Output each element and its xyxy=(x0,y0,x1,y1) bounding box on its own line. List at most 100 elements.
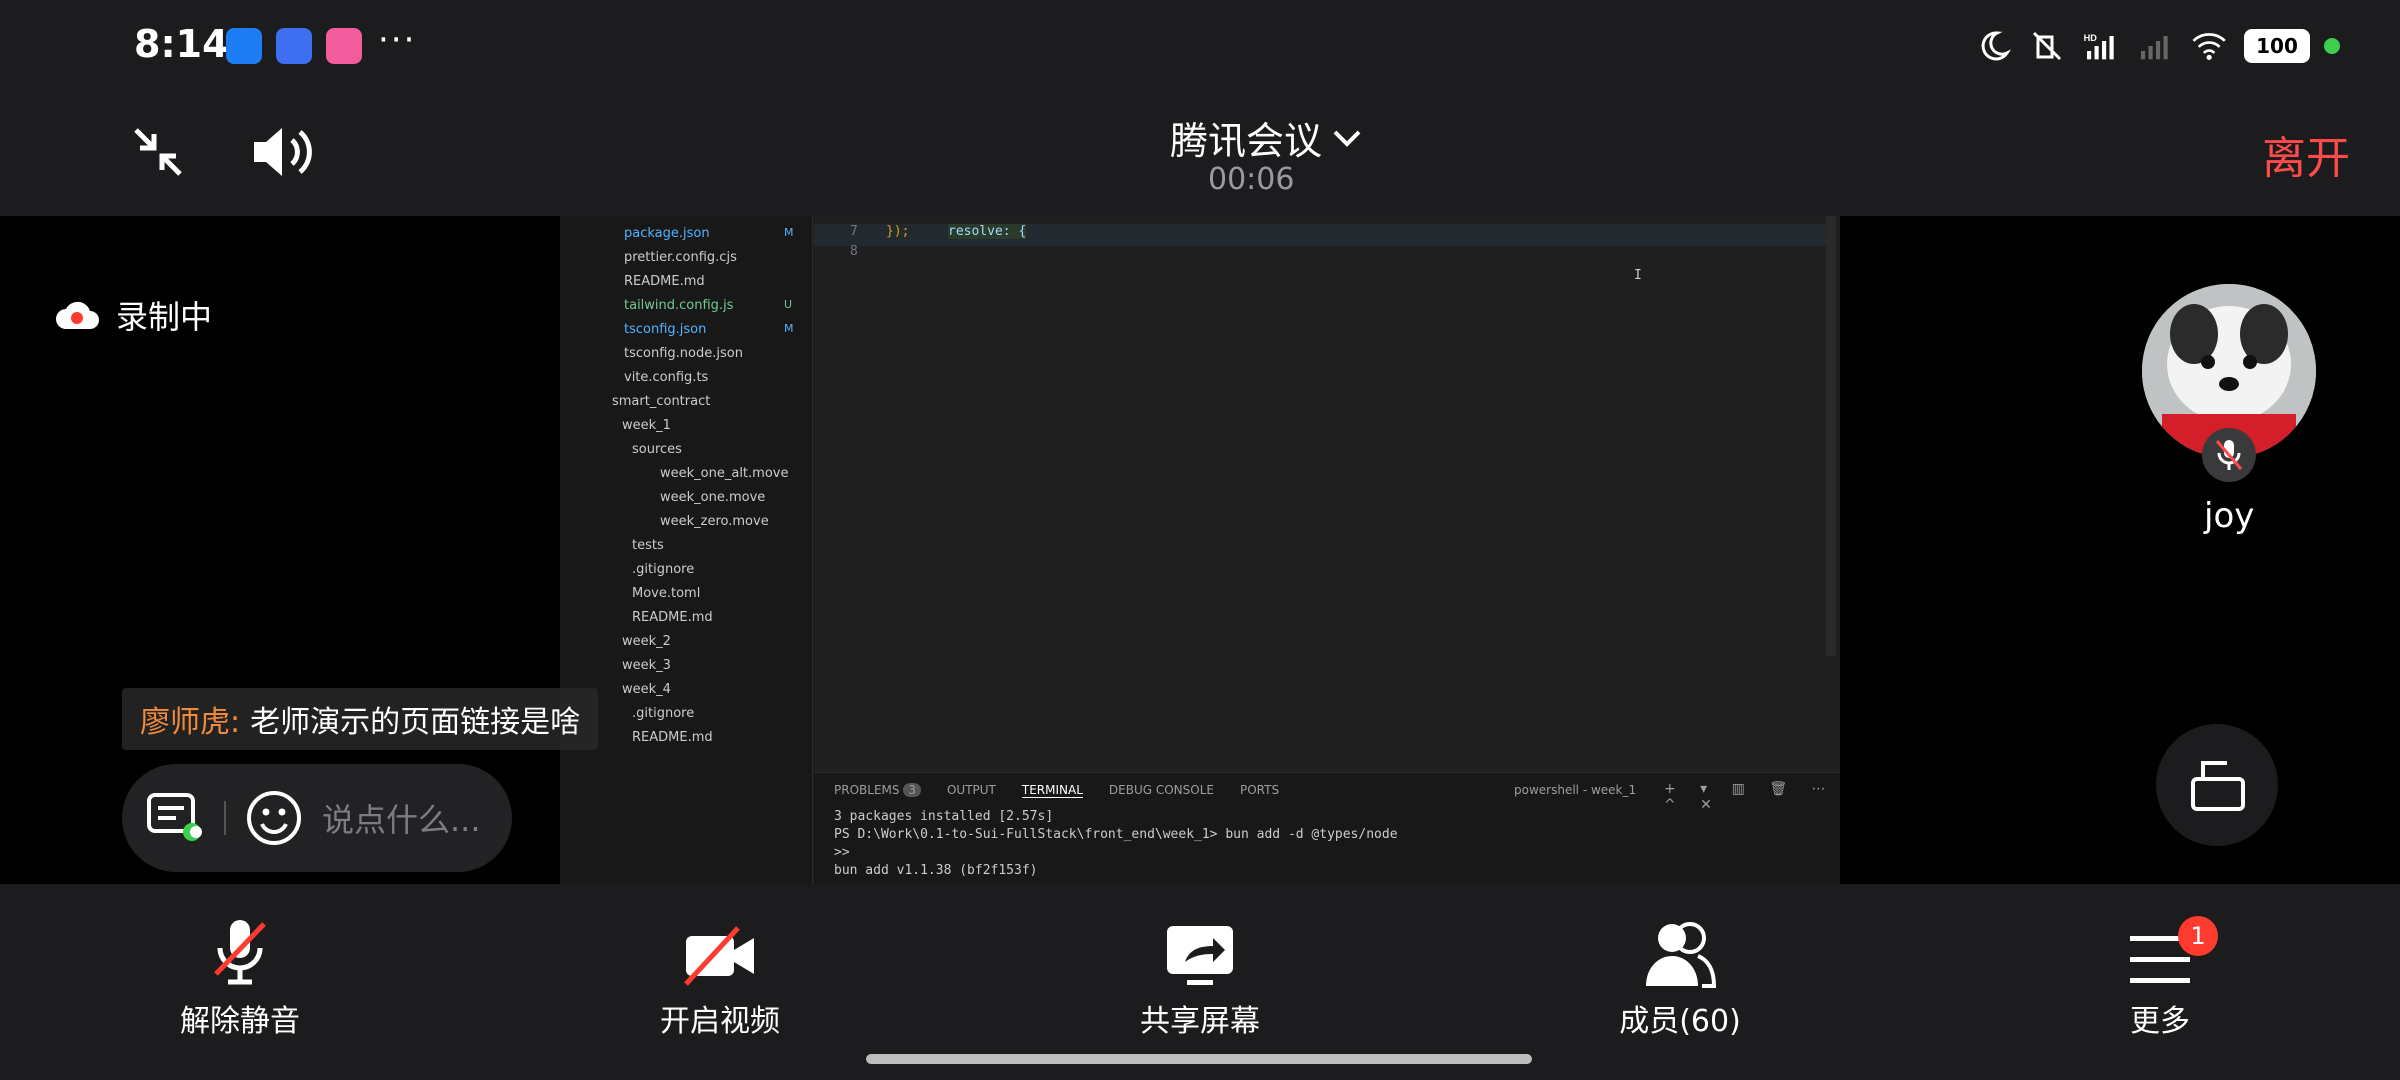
chevron-down-icon xyxy=(1333,130,1361,147)
mail-notification-icon xyxy=(276,28,312,64)
explorer-item[interactable]: tailwind.config.js xyxy=(624,298,733,313)
video-off-icon xyxy=(684,926,754,986)
explorer-item[interactable]: .gitignore xyxy=(632,562,694,577)
mic-muted-icon xyxy=(2202,428,2256,482)
chat-input[interactable]: 说点什么... xyxy=(122,764,512,872)
notification-badge: 1 xyxy=(2178,916,2218,956)
explorer-item[interactable]: README.md xyxy=(624,274,705,289)
shell-selector[interactable]: powershell - week_1 xyxy=(1514,783,1636,797)
terminal-panel: PROBLEMS 3 OUTPUT TERMINAL DEBUG CONSOLE… xyxy=(814,772,1840,884)
explorer-item[interactable]: package.json xyxy=(624,226,710,241)
explorer-item[interactable]: README.md xyxy=(632,610,713,625)
git-status-badge: M xyxy=(784,322,794,335)
explorer-item[interactable]: vite.config.ts xyxy=(624,370,708,385)
meeting-header: 腾讯会议 00:06 离开 xyxy=(0,92,2400,216)
meeting-title[interactable]: 腾讯会议 xyxy=(1170,110,1362,165)
explorer-item[interactable]: tests xyxy=(632,538,664,553)
do-not-disturb-icon xyxy=(1974,28,2014,64)
meeting-title-text: 腾讯会议 xyxy=(1170,119,1323,163)
app-notification-icon xyxy=(226,28,262,64)
file-explorer: package.json Mprettier.config.cjs README.m… xyxy=(560,216,813,884)
leave-button[interactable]: 离开 xyxy=(2262,122,2350,186)
explorer-item[interactable]: week_one.move xyxy=(660,490,765,505)
share-screen-icon xyxy=(1167,926,1233,985)
problems-count-badge: 3 xyxy=(903,783,921,797)
tab-terminal[interactable]: TERMINAL xyxy=(1021,783,1083,798)
chat-sender: 廖师虎: xyxy=(140,705,241,740)
chat-message: 廖师虎: 老师演示的页面链接是啥 xyxy=(122,688,599,750)
bilibili-notification-icon xyxy=(326,28,362,64)
chat-text: 老师演示的页面链接是啥 xyxy=(250,705,581,740)
line-number: 7 xyxy=(850,224,858,239)
tab-problems[interactable]: PROBLEMS 3 xyxy=(834,783,921,798)
more-notifications-icon: ··· xyxy=(378,20,417,60)
git-status-badge: U xyxy=(784,298,793,311)
explorer-item[interactable]: README.md xyxy=(632,730,713,745)
clock: 8:14 xyxy=(134,22,229,66)
status-icons: HD 100 xyxy=(1974,28,2340,64)
explorer-item[interactable]: smart_contract xyxy=(612,394,710,409)
explorer-item[interactable]: week_2 xyxy=(622,634,671,649)
share-screen-label: 共享屏幕 xyxy=(1140,1004,1260,1039)
members-button[interactable]: 成员(60) xyxy=(1560,910,1800,1040)
speaker-icon[interactable] xyxy=(250,122,320,182)
caption-toggle-icon xyxy=(147,793,202,841)
home-indicator[interactable] xyxy=(866,1054,1532,1064)
chat-placeholder: 说点什么... xyxy=(322,801,481,839)
explorer-item[interactable]: week_3 xyxy=(622,658,671,673)
explorer-item[interactable]: Move.toml xyxy=(632,586,700,601)
editor-scrollbar[interactable] xyxy=(1826,216,1836,656)
minimize-icon[interactable] xyxy=(128,122,188,182)
more-button[interactable]: 1 更多 xyxy=(2040,910,2280,1040)
signal-hd-icon: HD xyxy=(2082,28,2122,64)
privacy-indicator xyxy=(2324,38,2340,54)
code-line: resolve: { xyxy=(948,224,1027,239)
members-label: 成员(60) xyxy=(1619,1004,1741,1039)
terminal-line: >> xyxy=(834,845,850,860)
recording-label: 录制中 xyxy=(116,298,213,336)
signal-weak-icon xyxy=(2136,28,2176,64)
meeting-toolbar: 解除静音 开启视频 共享屏幕 成员(60) 1 更多 xyxy=(0,884,2400,1080)
rotate-screen-button[interactable] xyxy=(2156,724,2278,846)
more-label: 更多 xyxy=(2130,1004,2190,1039)
git-status-badge: M xyxy=(784,226,794,239)
unmute-button[interactable]: 解除静音 xyxy=(120,910,360,1040)
cloud-record-icon xyxy=(56,301,99,329)
tab-debug-console[interactable]: DEBUG CONSOLE xyxy=(1109,783,1214,798)
explorer-item[interactable]: prettier.config.cjs xyxy=(624,250,737,265)
mic-off-icon xyxy=(214,920,266,985)
status-bar: 8:14 ··· HD 100 xyxy=(0,0,2400,92)
explorer-item[interactable]: .gitignore xyxy=(632,706,694,721)
members-icon xyxy=(1646,922,1717,988)
start-video-label: 开启视频 xyxy=(660,1004,780,1039)
explorer-item[interactable]: sources xyxy=(632,442,682,457)
terminal-line: bun add v1.1.38 (bf2f153f) xyxy=(834,863,1038,878)
shared-screen: package.json Mprettier.config.cjs README.m… xyxy=(560,216,1840,884)
emoji-icon xyxy=(247,791,301,845)
wifi-icon xyxy=(2190,28,2230,64)
tab-output[interactable]: OUTPUT xyxy=(947,783,996,798)
explorer-item[interactable]: tsconfig.json xyxy=(624,322,706,337)
code-editor: 7 8 }); resolve: { I xyxy=(814,216,1840,776)
participant-name: joy xyxy=(2204,496,2255,536)
start-video-button[interactable]: 开启视频 xyxy=(600,910,840,1040)
svg-text:HD: HD xyxy=(2084,33,2098,43)
panel-tabs: PROBLEMS 3 OUTPUT TERMINAL DEBUG CONSOLE… xyxy=(834,783,1279,798)
meeting-timer: 00:06 xyxy=(1208,162,1295,197)
vibrate-off-icon xyxy=(2028,28,2068,64)
explorer-item[interactable]: week_one_alt.move xyxy=(660,466,788,481)
explorer-item[interactable]: week_4 xyxy=(622,682,671,697)
explorer-item[interactable]: week_zero.move xyxy=(660,514,769,529)
tab-ports[interactable]: PORTS xyxy=(1240,783,1279,798)
code-line: }); xyxy=(886,224,910,239)
explorer-item[interactable]: tsconfig.node.json xyxy=(624,346,743,361)
terminal-line: 3 packages installed [2.57s] xyxy=(834,809,1054,824)
text-cursor-icon: I xyxy=(1634,268,1642,283)
share-screen-button[interactable]: 共享屏幕 xyxy=(1080,910,1320,1040)
panel-actions[interactable]: + ▾ ▥ 🗑 ⋯ ^ ✕ xyxy=(1664,781,1840,813)
unmute-label: 解除静音 xyxy=(180,1004,300,1039)
battery-icon: 100 xyxy=(2244,29,2310,63)
divider xyxy=(224,801,226,835)
rotate-icon xyxy=(2191,761,2245,811)
explorer-item[interactable]: week_1 xyxy=(622,418,671,433)
